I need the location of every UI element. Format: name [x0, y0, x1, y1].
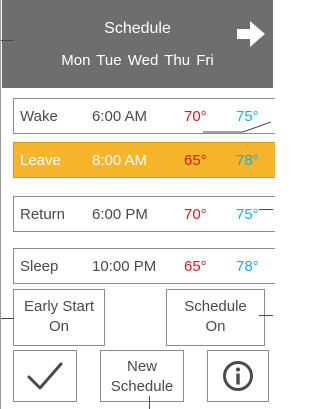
- cool-setpoint: 75°: [236, 206, 259, 223]
- schedule-toggle-state: On: [205, 318, 226, 335]
- cool-setpoint: 78°: [236, 258, 259, 275]
- heat-setpoint: 65°: [184, 258, 207, 275]
- period-name: Sleep: [20, 258, 59, 275]
- callout-line: [259, 209, 273, 210]
- checkmark-icon: [27, 362, 63, 390]
- info-button[interactable]: [207, 350, 269, 402]
- period-row-leave[interactable]: Leave 8:00 AM 65° 78°: [13, 142, 275, 178]
- new-schedule-label-1: New: [126, 358, 157, 375]
- callout-line: [1, 40, 14, 41]
- new-schedule-label-2: Schedule: [110, 378, 174, 395]
- period-name: Return: [20, 206, 66, 223]
- confirm-button[interactable]: [13, 350, 77, 402]
- schedule-toggle-button[interactable]: Schedule On: [166, 289, 265, 346]
- callout-line: [259, 315, 273, 316]
- early-start-label: Early Start: [23, 298, 95, 315]
- schedule-header: Schedule Mon Tue Wed Thu Fri: [2, 0, 273, 88]
- period-time: 6:00 AM: [92, 108, 148, 125]
- period-time: 10:00 PM: [92, 258, 157, 275]
- callout-line: [1, 318, 14, 319]
- early-start-state: On: [48, 318, 69, 335]
- period-row-return[interactable]: Return 6:00 PM 70° 75°: [13, 196, 275, 232]
- new-schedule-button[interactable]: New Schedule: [100, 350, 184, 402]
- page-title: Schedule: [104, 20, 171, 37]
- period-name: Wake: [20, 108, 58, 125]
- schedule-toggle-label: Schedule: [184, 298, 247, 315]
- period-time: 8:00 AM: [92, 152, 148, 169]
- info-icon: [223, 361, 253, 391]
- early-start-button[interactable]: Early Start On: [13, 289, 105, 346]
- period-name: Leave: [20, 152, 61, 169]
- callout-line: [203, 121, 272, 133]
- cool-setpoint: 78°: [236, 152, 259, 169]
- heat-setpoint: 70°: [184, 206, 207, 223]
- heat-setpoint: 65°: [184, 152, 207, 169]
- period-row-sleep[interactable]: Sleep 10:00 PM 65° 78°: [13, 248, 275, 284]
- thermostat-screen: Schedule Mon Tue Wed Thu Fri Wake 6:00 A…: [0, 0, 275, 409]
- period-time: 6:00 PM: [92, 206, 148, 223]
- callout-line: [149, 396, 150, 409]
- arrow-right-icon[interactable]: [235, 18, 267, 50]
- schedule-days: Mon Tue Wed Thu Fri: [61, 52, 214, 69]
